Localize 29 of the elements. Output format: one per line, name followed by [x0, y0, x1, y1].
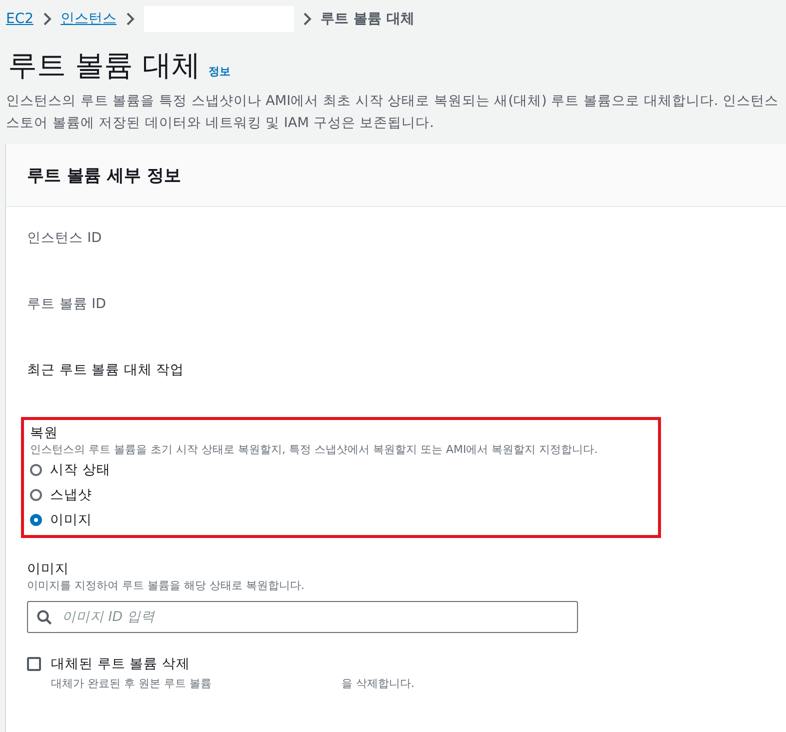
- chevron-right-icon: [126, 12, 135, 26]
- radio-button[interactable]: [30, 464, 42, 476]
- restore-label: 복원: [30, 424, 59, 442]
- restore-description: 인스턴스의 루트 볼륨을 초기 시작 상태로 복원할지, 특정 스냅샷에서 복원할지 또는 AMI에서 복원할지 지정합니다.: [30, 442, 599, 457]
- field-label: 인스턴스 ID: [27, 229, 103, 248]
- delete-description: 대체가 완료된 후 원본 루트 볼륨: [51, 676, 212, 691]
- field-label: 루트 볼륨 ID: [27, 295, 107, 314]
- info-link[interactable]: 정보: [208, 64, 230, 79]
- image-description: 이미지를 지정하여 루트 볼륨을 해당 상태로 복원합니다.: [27, 578, 306, 593]
- delete-description: 을 삭제합니다.: [341, 676, 414, 691]
- image-search-field[interactable]: 이미지 ID 입력: [27, 601, 578, 633]
- page-description: 인스턴스의 루트 볼륨을 특정 스냅샷이나 AMI에서 최초 시작 상태로 복원되는 새(대체) 루트 볼륨으로 대체합니다. 인스턴스 스토어 볼륨에 저장된 데이터와 네트워킹 및 IAM 구성은 보존됩니다.: [6, 92, 780, 133]
- breadcrumb-link[interactable]: EC2: [6, 11, 34, 27]
- image-label: 이미지: [27, 560, 70, 578]
- panel-title: 루트 볼륨 세부 정보: [27, 164, 181, 186]
- radio-label: 시작 상태: [50, 460, 110, 478]
- page-title: 루트 볼륨 대체: [8, 47, 200, 84]
- radio-label: 스냅샷: [50, 486, 92, 504]
- checkbox[interactable]: [27, 657, 41, 671]
- chevron-right-icon: [302, 12, 312, 26]
- radio-button[interactable]: [30, 488, 42, 500]
- breadcrumb-link[interactable]: 인스턴스: [60, 10, 117, 28]
- field-label: 최근 루트 볼륨 대체 작업: [27, 361, 186, 380]
- radio-button[interactable]: [30, 514, 42, 526]
- search-icon: [37, 610, 52, 625]
- breadcrumb-current: 루트 볼륨 대체: [320, 10, 414, 28]
- checkbox-label: 대체된 루트 볼륨 삭제: [51, 655, 191, 673]
- radio-label: 이미지: [50, 510, 92, 528]
- chevron-right-icon: [42, 12, 52, 26]
